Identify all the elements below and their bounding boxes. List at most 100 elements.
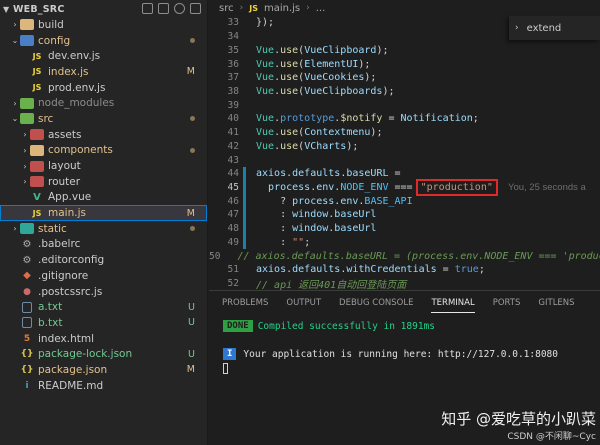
tree-item-a-txt[interactable]: a.txt U xyxy=(0,299,207,315)
code-line: 36 Vue.use(ElementUI); xyxy=(209,57,600,71)
tree-item-static[interactable]: › static xyxy=(0,221,207,237)
code-text: Vue.use(Contextmenu); xyxy=(256,127,383,139)
breadcrumb-item[interactable]: main.js xyxy=(264,3,300,14)
tree-item-gitignore[interactable]: ◆ .gitignore xyxy=(0,268,207,284)
git-change-marker[interactable] xyxy=(243,208,246,222)
folder-icon xyxy=(30,144,44,156)
tree-item-node-modules[interactable]: › node_modules xyxy=(0,95,207,111)
terminal-prompt[interactable] xyxy=(223,361,593,375)
gear-icon: ⚙ xyxy=(22,254,32,266)
folder-open-icon xyxy=(20,35,34,47)
explorer-sidebar: ▼ WEB_SRC › build ⌄ config JS dev.env.js… xyxy=(0,0,208,445)
tree-item-assets[interactable]: › assets xyxy=(0,127,207,143)
tree-item-package-lock-json[interactable]: {} package-lock.json U xyxy=(0,346,207,362)
tab-output[interactable]: OUTPUT xyxy=(277,291,330,315)
tree-item-b-txt[interactable]: b.txt U xyxy=(0,315,207,331)
tree-item-label: src xyxy=(38,112,54,125)
javascript-file-icon: JS xyxy=(32,51,42,61)
code-line: 41 Vue.use(Contextmenu); xyxy=(209,126,600,140)
code-area[interactable]: 33}); 34 35 Vue.use(VueClipboard); 36 Vue.… xyxy=(209,16,600,290)
git-status-badge: U xyxy=(188,317,195,329)
chevron-down-icon[interactable]: ▼ xyxy=(3,5,13,14)
terminal-output[interactable]: DONE Compiled successfully in 1891ms I Y… xyxy=(223,319,593,375)
folder-icon xyxy=(30,176,44,188)
tree-item-router[interactable]: › router xyxy=(0,174,207,190)
chevron-right-icon: › xyxy=(23,145,27,155)
tree-item-label: components xyxy=(48,144,113,157)
git-change-marker[interactable] xyxy=(243,194,246,209)
breadcrumb: src › JS main.js › ... xyxy=(209,0,600,16)
folder-icon xyxy=(20,97,34,109)
tree-item-prod-env-js[interactable]: JS prod.env.js xyxy=(0,80,207,96)
git-icon: ◆ xyxy=(23,270,31,282)
tree-item-app-vue[interactable]: V App.vue xyxy=(0,190,207,206)
chevron-right-icon: › xyxy=(13,20,17,30)
tree-item-components[interactable]: › components xyxy=(0,143,207,159)
tree-item-label: .editorconfig xyxy=(38,254,105,267)
chevron-right-icon[interactable]: › xyxy=(515,23,519,33)
git-change-marker[interactable] xyxy=(243,180,246,195)
collapse-all-icon[interactable] xyxy=(190,3,201,14)
tree-item-postcssrc[interactable]: ● .postcssrc.js xyxy=(0,284,207,300)
workspace-title: WEB_SRC xyxy=(13,3,65,15)
code-text: Vue.use(VueClipboard); xyxy=(256,44,389,56)
code-line: 37 Vue.use(VueCookies); xyxy=(209,71,600,85)
tree-item-layout[interactable]: › layout xyxy=(0,158,207,174)
code-text: process.env.NODE_ENV === "production" xyxy=(239,178,498,196)
tree-item-main-js[interactable]: JS main.js M xyxy=(0,205,207,221)
line-number: 37 xyxy=(227,72,239,84)
git-status-badge: U xyxy=(188,348,195,360)
code-editor[interactable]: src › JS main.js › ... 33}); 34 35 Vue.us… xyxy=(209,0,600,290)
tree-item-label: README.md xyxy=(38,379,104,392)
code-line: 49 : ""; xyxy=(209,235,600,250)
info-badge: I xyxy=(223,348,237,360)
tree-item-config[interactable]: ⌄ config xyxy=(0,33,207,49)
tree-item-index-js[interactable]: JS index.js M xyxy=(0,64,207,80)
chevron-right-icon: › xyxy=(13,224,17,234)
tab-ports[interactable]: PORTS xyxy=(484,291,530,315)
extend-label: extend xyxy=(526,22,562,34)
git-change-marker[interactable] xyxy=(243,166,246,181)
tree-item-src[interactable]: ⌄ src xyxy=(0,111,207,127)
line-number: 40 xyxy=(227,113,239,125)
git-change-marker[interactable] xyxy=(243,235,246,250)
line-number: 41 xyxy=(227,127,239,139)
text-file-icon xyxy=(22,301,32,313)
git-change-marker[interactable] xyxy=(243,221,246,236)
line-number: 34 xyxy=(227,31,239,43)
tree-item-readme[interactable]: i README.md xyxy=(0,378,207,394)
code-text: Vue.prototype.$notify = Notification; xyxy=(256,113,479,125)
code-line: 38 Vue.use(VueClipboards); xyxy=(209,85,600,99)
tree-item-package-json[interactable]: {} package.json M xyxy=(0,362,207,378)
folder-open-icon xyxy=(20,113,34,125)
tree-item-label: App.vue xyxy=(48,191,92,204)
modified-dot-icon xyxy=(190,147,195,153)
done-badge: DONE xyxy=(223,320,253,332)
tab-gitlens[interactable]: GITLENS xyxy=(529,291,583,315)
html-file-icon: 5 xyxy=(23,333,31,344)
chevron-right-icon: › xyxy=(23,130,27,140)
tree-item-dev-env-js[interactable]: JS dev.env.js xyxy=(0,48,207,64)
code-text: Vue.use(VueClipboards); xyxy=(256,85,395,97)
javascript-file-icon: JS xyxy=(249,3,258,13)
line-number: 36 xyxy=(227,58,239,70)
breadcrumb-item[interactable]: src xyxy=(219,3,234,14)
tab-debug-console[interactable]: DEBUG CONSOLE xyxy=(330,291,422,315)
new-folder-icon[interactable] xyxy=(158,3,169,14)
tree-item-label: node_modules xyxy=(38,97,115,110)
breadcrumb-item[interactable]: ... xyxy=(316,3,326,14)
tree-item-editorconfig[interactable]: ⚙ .editorconfig xyxy=(0,252,207,268)
tab-terminal[interactable]: TERMINAL xyxy=(422,291,483,315)
line-number: 46 xyxy=(227,195,239,207)
code-text: }); xyxy=(256,17,275,29)
refresh-icon[interactable] xyxy=(174,3,185,14)
tab-problems[interactable]: PROBLEMS xyxy=(213,291,277,315)
tree-item-build[interactable]: › build xyxy=(0,17,207,33)
code-line-current: 45 process.env.NODE_ENV === "production"… xyxy=(209,178,600,196)
chevron-right-icon: › xyxy=(239,3,244,13)
tree-item-babelrc[interactable]: ⚙ .babelrc xyxy=(0,237,207,253)
new-file-icon[interactable] xyxy=(142,3,153,14)
code-text: Vue.use(VueCookies); xyxy=(256,72,377,84)
tree-item-index-html[interactable]: 5 index.html xyxy=(0,331,207,347)
sticky-scroll-extend[interactable]: › extend xyxy=(509,16,600,40)
